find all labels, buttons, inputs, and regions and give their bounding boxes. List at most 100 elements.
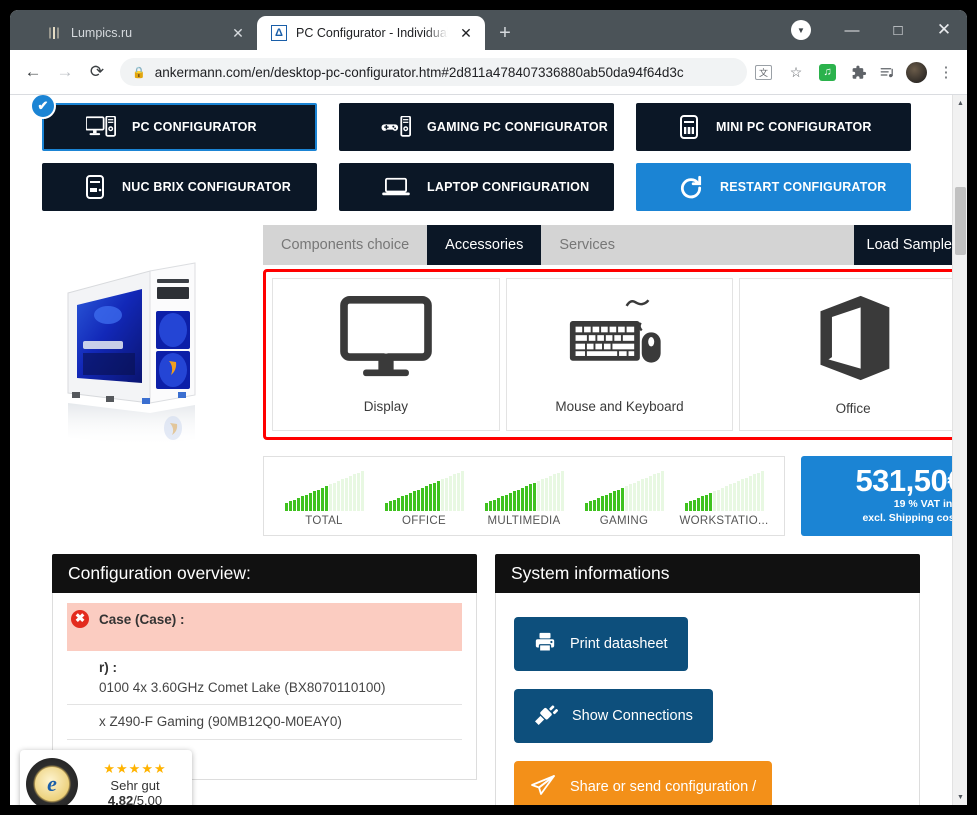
button-label: Show Connections: [572, 708, 693, 724]
bar-segment: [688, 501, 692, 511]
bar-segment: [492, 499, 496, 511]
bar-stack: [684, 471, 764, 511]
price-vat-note: 19 % VAT incl.: [893, 498, 952, 511]
minimize-button[interactable]: —: [829, 10, 875, 50]
browser-window: Lumpics.ru ✕ Δ PC Configurator - Individ…: [10, 10, 967, 805]
scrollbar-thumb[interactable]: [955, 187, 966, 255]
bar-stack: [484, 471, 564, 511]
bar-segment: [560, 471, 564, 511]
bar-segment: [308, 492, 312, 511]
scroll-down-arrow-icon[interactable]: ▼: [953, 789, 967, 805]
config-button-label: LAPTOP CONFIGURATION: [427, 180, 590, 194]
bar-segment: [416, 489, 420, 511]
bar-label: GAMING: [599, 515, 649, 527]
accessory-card-office[interactable]: Office: [739, 278, 952, 431]
panel-title: Configuration overview:: [52, 554, 477, 593]
bar-stack: [584, 471, 664, 511]
extensions-puzzle-icon[interactable]: [846, 59, 872, 85]
show-connections-button[interactable]: Show Connections: [514, 689, 713, 743]
bar-segment: [448, 476, 452, 511]
bar-segment: [348, 476, 352, 511]
browser-tab-lumpics[interactable]: Lumpics.ru ✕: [32, 16, 257, 50]
address-bar[interactable]: 🔒 ankermann.com/en/desktop-pc-configurat…: [120, 58, 747, 86]
music-extension-icon[interactable]: ♫: [819, 63, 836, 81]
bar-segment: [384, 503, 388, 511]
config-row-case[interactable]: ✖ Case (Case) :: [67, 603, 462, 651]
config-button-gaming-pc-configurator[interactable]: GAMING PC CONFIGURATOR: [339, 103, 614, 151]
price-amount: 531,50€: [855, 462, 952, 498]
page-scrollbar[interactable]: ▲ ▼: [952, 95, 967, 805]
bar-segment: [600, 496, 604, 511]
config-button-mini-pc-configurator[interactable]: MINI PC CONFIGURATOR: [636, 103, 911, 151]
reading-list-icon[interactable]: [874, 59, 900, 85]
bar-segment: [556, 472, 560, 511]
tab-search-dropdown-icon[interactable]: ▼: [791, 20, 811, 40]
bar-label: TOTAL: [305, 515, 343, 527]
back-icon[interactable]: ←: [18, 57, 48, 87]
config-row-label: r) :: [99, 660, 117, 675]
translate-icon[interactable]: 文: [755, 64, 772, 80]
tab-services[interactable]: Services: [541, 225, 633, 265]
web-page: ✔ PC CONFIGURATOR GAMING PC CONFIGURATOR…: [10, 95, 952, 805]
seal-letter: e: [35, 767, 69, 801]
window-controls: ▼ — □ ✕: [791, 10, 967, 50]
config-button-label: PC CONFIGURATOR: [132, 120, 257, 134]
config-button-laptop-configuration[interactable]: LAPTOP CONFIGURATION: [339, 163, 614, 211]
bar-segment: [316, 489, 320, 511]
accessory-card-mouse-and-keyboard[interactable]: Mouse and Keyboard: [505, 278, 734, 431]
config-row-processor[interactable]: r) : 0100 4x 3.60GHz Comet Lake (BX80701…: [67, 651, 462, 706]
load-sample-label: Load Sample: [866, 237, 952, 253]
bar-segment: [296, 497, 300, 511]
maximize-button[interactable]: □: [875, 10, 921, 50]
share-configuration-button[interactable]: Share or send configuration /: [514, 761, 773, 805]
bar-segment: [320, 487, 324, 511]
bar-segment: [652, 474, 656, 511]
reload-icon[interactable]: ⟳: [82, 57, 112, 87]
bar-label: MULTIMEDIA: [487, 515, 561, 527]
panel-title: System informations: [495, 554, 920, 593]
bar-segment: [648, 476, 652, 511]
tab-close-icon[interactable]: ✕: [457, 24, 475, 42]
price-shipping-note: excl. Shipping costs: [862, 512, 952, 525]
office-logo-icon: [812, 294, 894, 387]
config-row-mainboard[interactable]: x Z490-F Gaming (90MB12Q0-M0EAY0): [67, 705, 462, 740]
close-window-button[interactable]: ✕: [921, 10, 967, 50]
bar-segment: [292, 499, 296, 511]
config-button-label: GAMING PC CONFIGURATOR: [427, 120, 609, 134]
profile-avatar[interactable]: [906, 61, 927, 83]
config-button-restart-configurator[interactable]: RESTART CONFIGURATOR: [636, 163, 911, 211]
bar-segment: [684, 503, 688, 511]
print-datasheet-button[interactable]: Print datasheet: [514, 617, 688, 671]
bookmark-star-icon[interactable]: ☆: [783, 59, 809, 85]
bar-segment: [420, 487, 424, 511]
accessory-card-display[interactable]: Display: [272, 278, 500, 431]
tab-close-icon[interactable]: ✕: [229, 24, 247, 42]
scroll-up-arrow-icon[interactable]: ▲: [953, 95, 967, 111]
bar-segment: [552, 474, 556, 511]
bar-segment: [704, 494, 708, 511]
config-button-nuc-brix-configurator[interactable]: NUC BRIX CONFIGURATOR: [42, 163, 317, 211]
bar-segment: [604, 494, 608, 511]
trusted-shops-badge[interactable]: e ★★★★★ Sehr gut 4.82/5.00 Käuferschutz: [20, 750, 192, 805]
rating-score-value: 4.82: [107, 792, 134, 806]
bar-label: WORKSTATIO...: [679, 515, 769, 527]
tab-components-choice[interactable]: Components choice: [263, 225, 428, 265]
bar-segment: [548, 476, 552, 511]
price-box: 531,50€ 19 % VAT incl. excl. Shipping co…: [801, 456, 952, 536]
new-tab-button[interactable]: +: [491, 19, 519, 47]
bar-group: MULTIMEDIA: [474, 471, 574, 527]
load-sample-button[interactable]: Load Sample ▾: [853, 225, 952, 265]
bar-segment: [336, 481, 340, 511]
chrome-menu-icon[interactable]: ⋮: [933, 59, 959, 85]
bar-group: OFFICE: [374, 471, 474, 527]
config-row-value: 0100 4x 3.60GHz Comet Lake (BX8070110100…: [99, 679, 386, 695]
nuc-box-icon: [84, 175, 106, 199]
bar-segment: [344, 477, 348, 511]
bar-segment: [728, 484, 732, 511]
config-button-pc-configurator[interactable]: ✔ PC CONFIGURATOR: [30, 95, 317, 151]
browser-tab-pc-configurator[interactable]: Δ PC Configurator - Individual cust ✕: [257, 16, 485, 50]
tab-accessories[interactable]: Accessories: [427, 225, 542, 265]
bar-segment: [588, 501, 592, 511]
configurator-panel: Components choice Accessories Services L…: [263, 225, 952, 536]
bar-segment: [436, 481, 440, 511]
